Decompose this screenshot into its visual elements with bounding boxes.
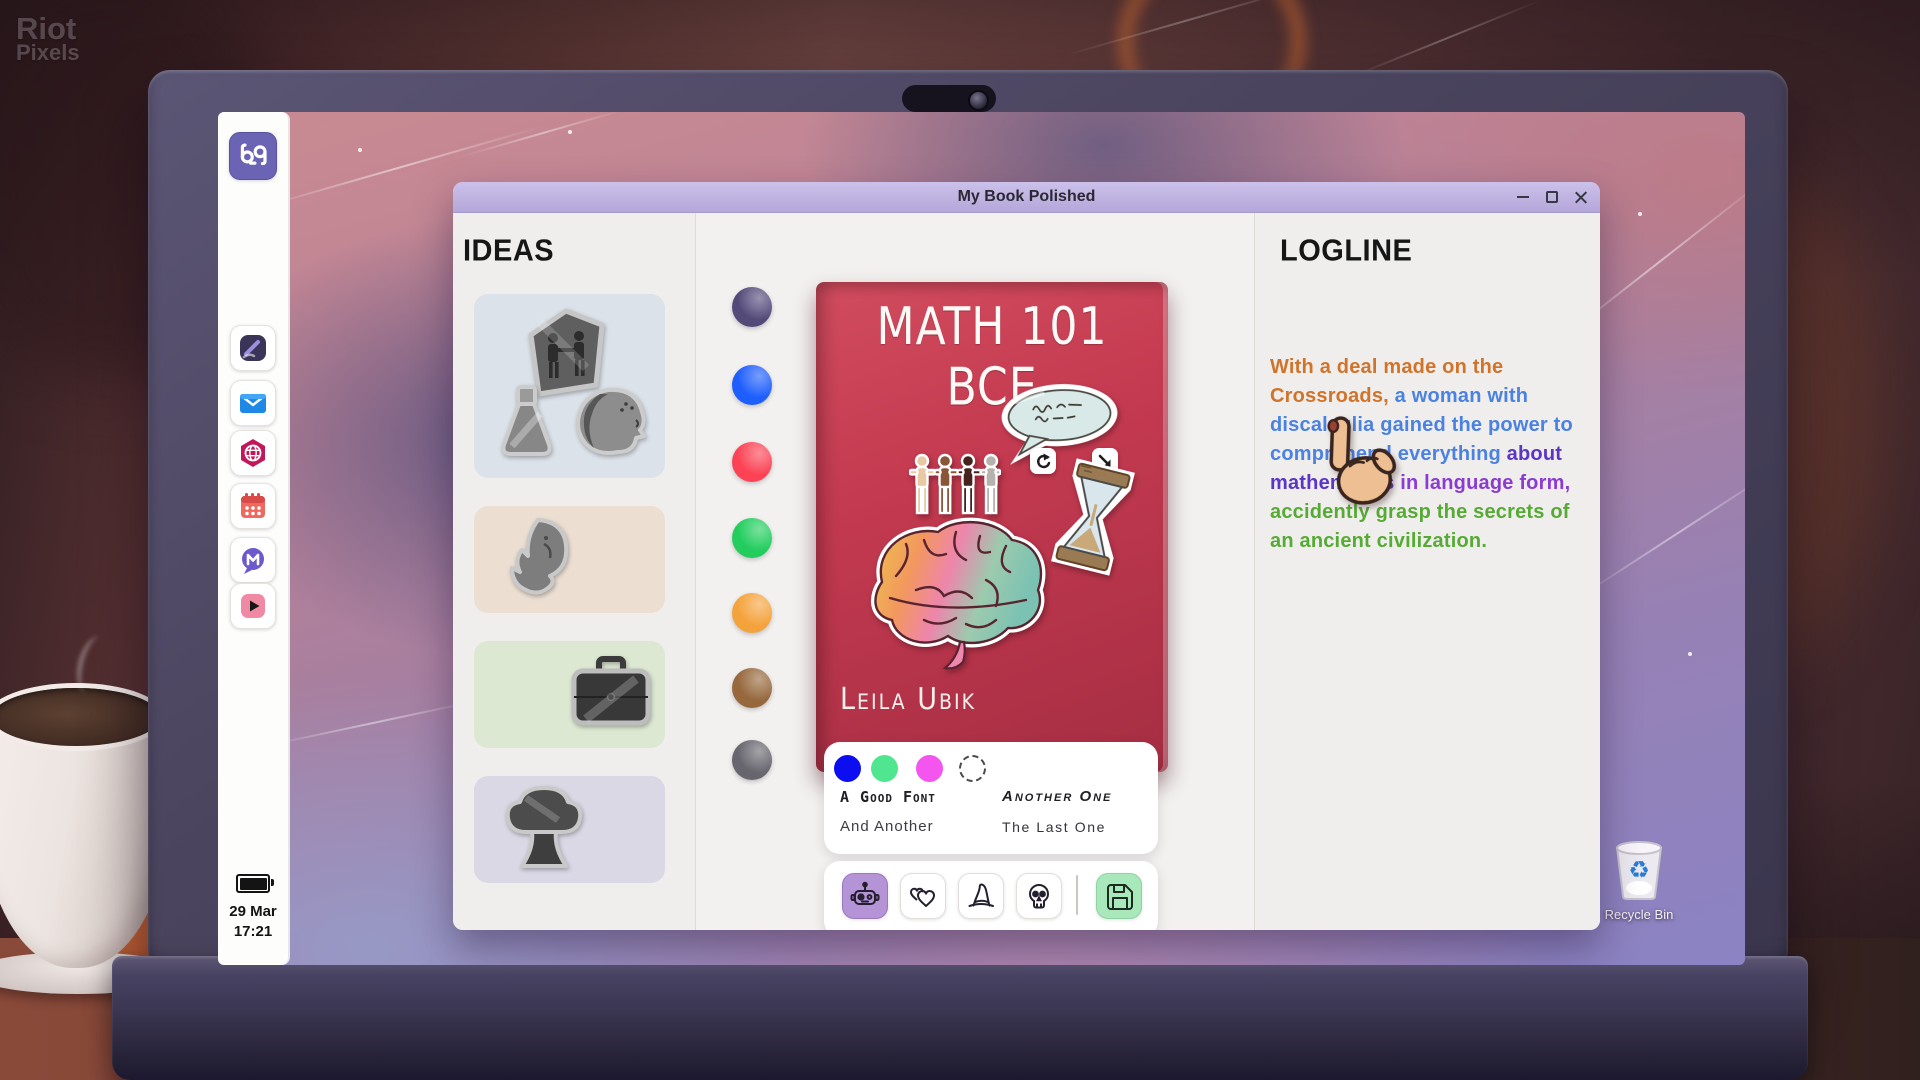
font-option-1[interactable]: A Good Font [840, 788, 936, 806]
book-cover[interactable]: MATH 101 BCE [816, 282, 1168, 772]
globe-browser-icon [238, 438, 268, 468]
idea-card-briefcase[interactable] [474, 641, 665, 748]
idea-card-people[interactable] [474, 294, 665, 478]
laptop-screen: ♻ Recycle Bin [218, 112, 1745, 965]
text-color-dot-green[interactable] [871, 755, 898, 782]
skull-icon [1024, 881, 1054, 911]
window-body: IDEAS [453, 213, 1600, 930]
paper-people-sticker[interactable] [909, 452, 1001, 518]
logline-segment: in language form, [1394, 472, 1570, 494]
scene: Riot Pixels ♻ Recycle Bin [0, 0, 1920, 1080]
laptop-base [112, 956, 1808, 1080]
cover-color-swatch[interactable] [732, 668, 772, 708]
mail-icon [238, 388, 268, 418]
save-button[interactable] [1096, 873, 1142, 919]
rainbow-brain-sticker[interactable] [860, 512, 1058, 680]
wallpaper-streak [260, 698, 485, 748]
idea-card-fetus[interactable] [474, 506, 665, 613]
app-window: My Book Polished IDEAS [453, 182, 1600, 930]
dock-browser-app[interactable] [230, 430, 276, 476]
robot-icon [850, 881, 880, 911]
flask-sticker-icon[interactable] [492, 384, 562, 470]
cover-color-swatch[interactable] [732, 287, 772, 327]
dock-video-app[interactable] [230, 583, 276, 629]
recycle-bin[interactable]: ♻ Recycle Bin [1594, 838, 1684, 922]
date-label: 29 Mar [218, 902, 288, 922]
font-option-2[interactable]: Another One [1002, 788, 1112, 805]
minimize-button[interactable] [1516, 190, 1530, 204]
text-color-dot-magenta[interactable] [916, 755, 943, 782]
clock: 29 Mar 17:21 [218, 902, 288, 943]
recycle-bin-icon: ♻ [1611, 838, 1667, 900]
svg-text:♻: ♻ [1628, 856, 1650, 884]
camera-icon [968, 90, 989, 111]
wallpaper-streak [461, 112, 625, 157]
font-option-3[interactable]: And Another [840, 818, 934, 835]
cover-editor: MATH 101 BCE [696, 213, 1254, 930]
ideas-heading: IDEAS [463, 234, 554, 269]
logline-panel: LOGLINE With a deal made on the Crossroa… [1254, 213, 1600, 930]
wallpaper-sparkle [1688, 652, 1692, 656]
dock-messenger-app[interactable] [230, 537, 276, 583]
briefcase-sticker-icon[interactable] [566, 649, 656, 739]
rotate-sticker-handle[interactable] [1030, 448, 1056, 474]
dock-calendar-app[interactable] [230, 483, 276, 529]
maximize-button[interactable] [1545, 190, 1559, 204]
messenger-icon [238, 545, 268, 575]
dock-app-logo[interactable] [229, 132, 277, 180]
close-button[interactable] [1574, 190, 1588, 204]
paint-app-icon [238, 333, 268, 363]
time-label: 17:21 [218, 922, 288, 942]
hourglass-sticker[interactable] [1047, 457, 1139, 576]
rotate-icon [1035, 453, 1051, 469]
genre-toolbar [824, 861, 1158, 930]
hand-cursor [1308, 402, 1411, 521]
logline-heading: LOGLINE [1280, 234, 1412, 269]
idea-card-mushroom[interactable] [474, 776, 665, 883]
recycle-bin-label: Recycle Bin [1594, 907, 1684, 922]
dock: 29 Mar 17:21 [218, 112, 290, 965]
cover-color-swatch[interactable] [732, 442, 772, 482]
text-color-dot-blue[interactable] [834, 755, 861, 782]
save-floppy-icon [1104, 881, 1134, 911]
watermark: Riot Pixels [16, 14, 80, 64]
book-author[interactable]: Leila Ubik [840, 682, 976, 717]
wallpaper-sparkle [568, 130, 572, 134]
cover-color-swatch[interactable] [732, 518, 772, 558]
studio-logo-icon [236, 139, 270, 173]
watermark-line2: Pixels [16, 43, 80, 64]
window-controls [1516, 182, 1588, 212]
genre-robot-button[interactable] [842, 873, 888, 919]
cover-color-swatch[interactable] [732, 593, 772, 633]
palette-fonts-panel: A Good Font Another One And Another The … [824, 742, 1158, 854]
font-option-4[interactable]: The Last One [1002, 819, 1106, 835]
ideas-panel: IDEAS [453, 213, 696, 930]
woman-head-sticker-icon[interactable] [570, 386, 652, 462]
battery-icon [236, 874, 270, 893]
video-player-icon [238, 591, 268, 621]
text-color-dot-custom[interactable] [959, 755, 986, 782]
dock-mail-app[interactable] [230, 380, 276, 426]
logline-segment: accidently grasp the secrets of an ancie… [1270, 501, 1570, 552]
cover-color-swatch[interactable] [732, 740, 772, 780]
wallpaper-sparkle [358, 148, 362, 152]
cover-color-swatch[interactable] [732, 365, 772, 405]
mushroom-sticker-icon[interactable] [502, 782, 586, 878]
genre-horror-button[interactable] [1016, 873, 1062, 919]
fetus-sticker-icon[interactable] [500, 516, 576, 604]
wizard-hat-icon [966, 881, 996, 911]
toolbar-divider [1076, 875, 1078, 915]
hearts-icon [908, 881, 938, 911]
genre-fantasy-button[interactable] [958, 873, 1004, 919]
titlebar[interactable]: My Book Polished [453, 182, 1600, 213]
genre-romance-button[interactable] [900, 873, 946, 919]
calendar-icon [238, 491, 268, 521]
wallpaper-sparkle [1638, 212, 1642, 216]
webcam-notch [902, 85, 996, 112]
window-title: My Book Polished [958, 188, 1096, 206]
watermark-line1: Riot [16, 14, 80, 43]
dock-paint-app[interactable] [230, 325, 276, 371]
